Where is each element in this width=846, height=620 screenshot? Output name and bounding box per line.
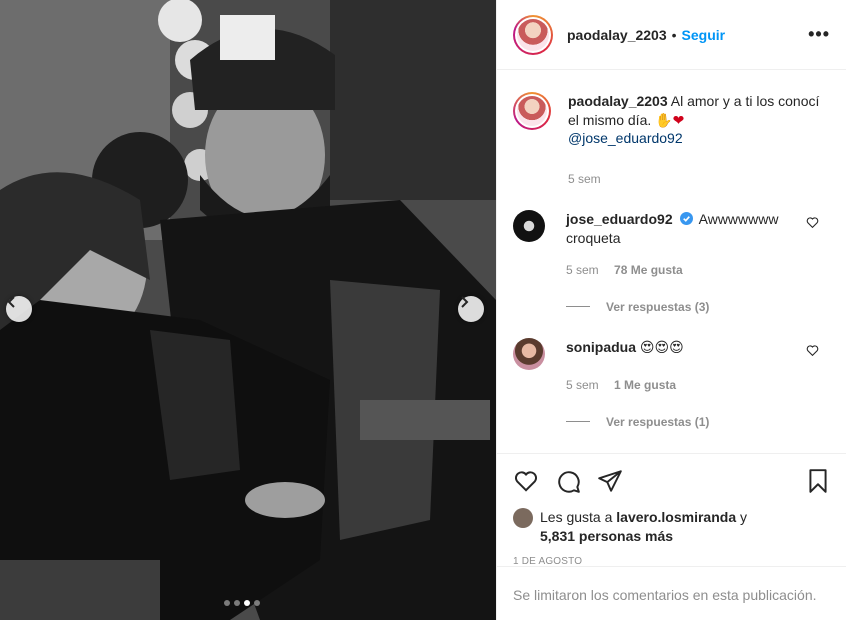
comment-avatar[interactable] <box>513 210 545 242</box>
comments-list[interactable]: paodalay_2203 Al amor y a ti los conocí … <box>497 71 846 453</box>
comment-heart-icon[interactable] <box>806 216 819 229</box>
caption-time: 5 sem <box>568 171 601 186</box>
header-separator: • <box>671 26 677 43</box>
share-icon <box>598 470 622 492</box>
comment-heart-icon[interactable] <box>806 344 819 357</box>
carousel-dot <box>224 600 230 606</box>
author-username[interactable]: paodalay_2203 <box>567 27 667 43</box>
replies-divider <box>566 306 590 307</box>
caption-avatar[interactable] <box>513 92 551 130</box>
view-replies-label: Ver respuestas (1) <box>606 414 710 429</box>
heart-emoji: ❤ <box>672 111 685 128</box>
more-options-button[interactable]: ••• <box>808 24 830 45</box>
carousel-dot <box>244 600 250 606</box>
comment-avatar[interactable] <box>513 337 545 370</box>
comment-likes[interactable]: 78 Me gusta <box>614 263 683 277</box>
heart-icon <box>514 471 538 492</box>
caption-avatar-image <box>517 96 547 126</box>
post-header: paodalay_2203 • Seguir ••• <box>497 0 846 70</box>
liker-username[interactable]: lavero.losmiranda <box>616 509 736 525</box>
comment-username[interactable]: jose_eduardo92 <box>566 211 673 227</box>
comment-icon <box>558 471 580 493</box>
follow-button[interactable]: Seguir <box>682 27 726 43</box>
carousel-indicator <box>224 600 260 606</box>
view-replies-button[interactable]: Ver respuestas (1) <box>566 415 831 429</box>
action-icons <box>513 464 831 498</box>
like-button[interactable] <box>513 468 539 494</box>
likes-suffix: y <box>740 509 747 525</box>
comment-username[interactable]: sonipadua <box>566 339 636 355</box>
photo-illustration <box>0 0 496 620</box>
comment-item: sonipadua 😍😍😍 5 sem 1 Me gusta <box>513 337 831 395</box>
chevron-right-icon <box>461 296 469 308</box>
comment-time: 5 sem <box>566 378 599 392</box>
comment-item: jose_eduardo92 Awwwwwww croqueta 5 sem 7… <box>513 210 831 280</box>
comment-text: 😍😍😍 <box>639 338 684 355</box>
caption: paodalay_2203 Al amor y a ti los conocí … <box>513 92 831 188</box>
comment-meta: 5 sem 78 Me gusta <box>566 261 831 280</box>
instagram-post-modal: paodalay_2203 • Seguir ••• paodalay_2203… <box>0 0 846 620</box>
carousel-dot <box>234 600 240 606</box>
likes-count[interactable]: 5,831 personas más <box>540 528 673 544</box>
replies-divider <box>566 421 590 422</box>
post-sidebar: paodalay_2203 • Seguir ••• paodalay_2203… <box>496 0 846 620</box>
chevron-left-icon <box>7 296 15 308</box>
bookmark-icon <box>809 469 827 493</box>
author-avatar-image <box>517 18 549 51</box>
share-button[interactable] <box>597 468 623 494</box>
save-button[interactable] <box>805 468 831 494</box>
view-replies-label: Ver respuestas (3) <box>606 299 710 314</box>
liker-avatar[interactable] <box>513 508 533 528</box>
author-avatar[interactable] <box>513 14 553 55</box>
caption-username[interactable]: paodalay_2203 <box>568 93 668 109</box>
post-photo[interactable] <box>0 0 496 620</box>
post-actions: Les gusta a lavero.losmiranda y 5,831 pe… <box>497 453 846 567</box>
carousel-prev-button[interactable] <box>6 296 32 322</box>
likes-summary: Les gusta a lavero.losmiranda y 5,831 pe… <box>513 508 831 546</box>
caption-mention[interactable]: @jose_eduardo92 <box>568 130 683 146</box>
comment-button[interactable] <box>555 468 581 494</box>
carousel-next-button[interactable] <box>458 296 484 322</box>
comment-likes[interactable]: 1 Me gusta <box>614 378 676 392</box>
view-replies-button[interactable]: Ver respuestas (3) <box>566 300 831 314</box>
comments-limited-notice: Se limitaron los comentarios en esta pub… <box>497 566 846 620</box>
carousel-dot <box>254 600 260 606</box>
comment-meta: 5 sem 1 Me gusta <box>566 376 831 395</box>
comment-time: 5 sem <box>566 263 599 277</box>
likes-prefix: Les gusta a <box>540 509 613 525</box>
verified-icon <box>679 212 693 225</box>
